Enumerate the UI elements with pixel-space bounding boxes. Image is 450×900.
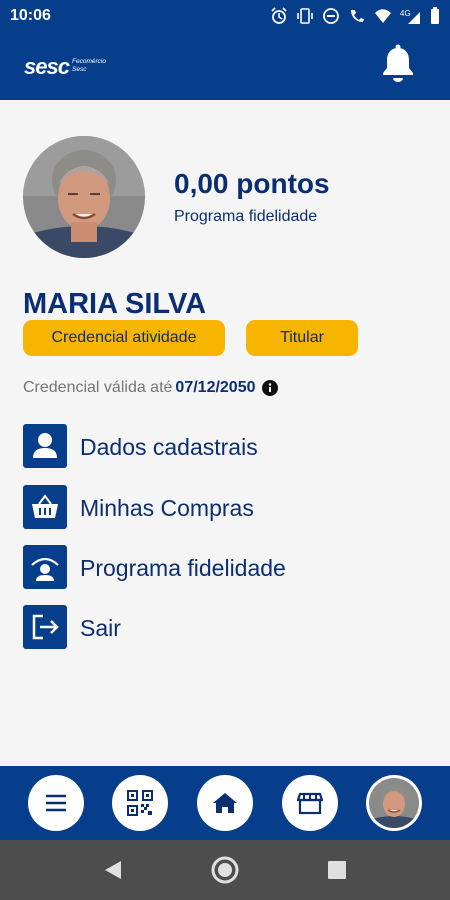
loyalty-program-label: Programa fidelidade xyxy=(174,208,318,225)
nav-menu-button[interactable] xyxy=(28,775,84,831)
profile-photo xyxy=(23,136,145,258)
badge-titular: Titular xyxy=(246,320,358,356)
signal-icon: 4G xyxy=(400,7,422,25)
menu-item-programa-fidelidade[interactable]: Programa fidelidade xyxy=(23,545,423,589)
loyalty-icon xyxy=(23,545,67,589)
wifi-call-icon xyxy=(348,7,366,25)
svg-text:4G: 4G xyxy=(400,9,411,18)
credential-validity: Credencial válida até 07/12/2050 xyxy=(23,379,278,397)
wifi-icon xyxy=(374,7,392,25)
menu-label: Programa fidelidade xyxy=(80,555,286,581)
android-navigation-bar xyxy=(0,840,450,900)
badge-credencial: Credencial atividade xyxy=(23,320,225,356)
alarm-icon xyxy=(270,7,288,25)
status-bar: 10:06 4G xyxy=(0,0,450,32)
vibrate-icon xyxy=(296,7,314,25)
nav-qrcode-button[interactable] xyxy=(112,775,168,831)
logo-subtext: Fecomércio Sesc xyxy=(72,58,106,74)
menu-item-minhas-compras[interactable]: Minhas Compras xyxy=(23,485,423,529)
nav-store-button[interactable] xyxy=(282,775,338,831)
user-icon xyxy=(23,424,67,468)
logo-subtext-line1: Fecomércio xyxy=(72,58,106,65)
menu-item-dados-cadastrais[interactable]: Dados cadastrais xyxy=(23,424,423,468)
store-icon xyxy=(297,792,323,815)
user-name: MARIA SILVA xyxy=(23,288,207,320)
validity-label: Credencial válida até xyxy=(23,379,173,396)
sesc-logo: sesc Fecomércio Sesc xyxy=(24,52,124,84)
status-time: 10:06 xyxy=(10,7,51,24)
app-header: sesc Fecomércio Sesc xyxy=(0,32,450,100)
notification-bell-icon[interactable] xyxy=(379,44,417,84)
menu-label: Dados cadastrais xyxy=(80,434,258,460)
menu-label: Minhas Compras xyxy=(80,495,254,521)
qr-code-icon xyxy=(127,790,153,816)
info-icon[interactable] xyxy=(261,380,278,396)
logo-text: sesc xyxy=(24,54,70,79)
validity-date: 07/12/2050 xyxy=(175,379,256,396)
bottom-navigation xyxy=(0,766,450,840)
battery-icon xyxy=(430,7,440,25)
loyalty-points: 0,00 pontos xyxy=(174,168,330,199)
logout-icon xyxy=(23,605,67,649)
menu-icon xyxy=(46,794,66,812)
back-icon[interactable] xyxy=(103,860,123,880)
dnd-icon xyxy=(322,7,340,25)
nav-profile-button[interactable] xyxy=(366,775,422,831)
home-icon xyxy=(213,793,237,813)
menu-label: Sair xyxy=(80,615,121,641)
menu-item-sair[interactable]: Sair xyxy=(23,605,423,649)
nav-home-button[interactable] xyxy=(197,775,253,831)
android-home-icon[interactable] xyxy=(210,855,240,885)
logo-subtext-line2: Sesc xyxy=(72,66,87,73)
basket-icon xyxy=(23,485,67,529)
status-icons: 4G xyxy=(270,6,440,26)
profile-avatar xyxy=(369,778,419,828)
recents-icon[interactable] xyxy=(328,861,346,879)
